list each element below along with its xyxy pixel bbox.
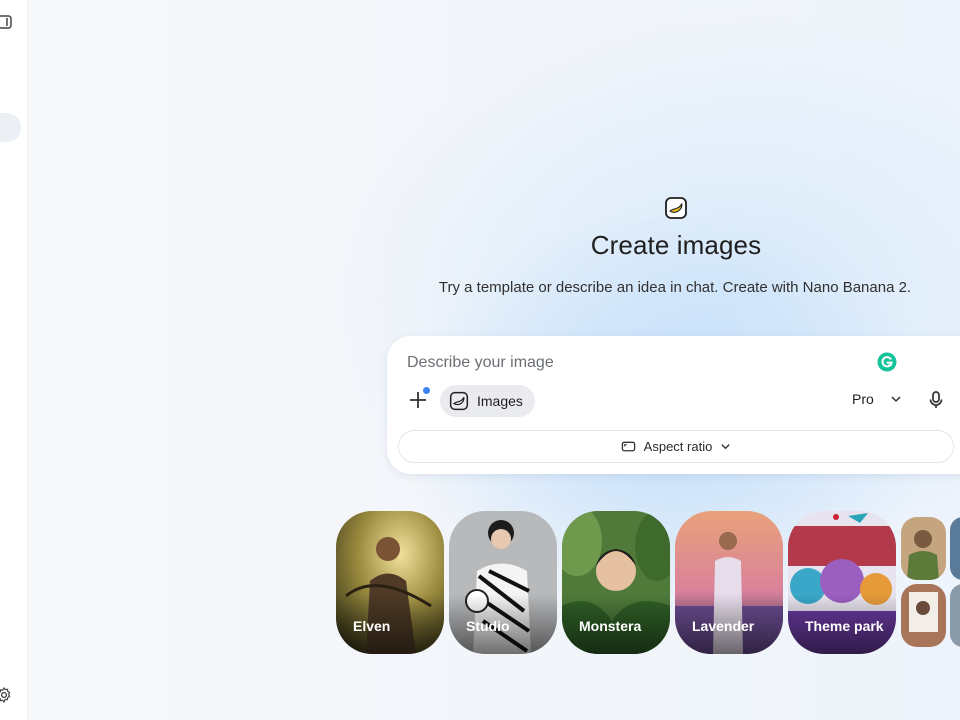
notification-dot (423, 387, 430, 394)
aspect-ratio-button[interactable]: Aspect ratio (398, 430, 954, 463)
page-subtitle: Try a template or describe an idea in ch… (438, 279, 912, 296)
banana-icon (449, 391, 469, 411)
template-label: Monstera (579, 618, 642, 634)
template-card-theme-park[interactable]: Theme park (788, 511, 896, 654)
banana-icon (665, 197, 687, 219)
template-image-mini-2 (901, 584, 946, 647)
page-title: Create images (590, 230, 762, 260)
mic-icon[interactable] (926, 390, 946, 410)
template-mini-2[interactable] (901, 584, 946, 647)
chevron-down-icon (721, 444, 730, 450)
chevron-down-icon (891, 396, 901, 403)
prompt-composer: Images Pro Aspect ratio (387, 336, 960, 474)
template-label: Studio (466, 618, 510, 634)
template-mini-4[interactable] (950, 584, 960, 647)
sidebar (0, 0, 28, 720)
model-label: Pro (852, 391, 874, 407)
prompt-input[interactable] (407, 352, 867, 374)
template-image-mini-3 (950, 517, 960, 580)
template-carousel: Elven Studio Monstera Lavender Theme par… (336, 511, 960, 654)
sidebar-active-item[interactable] (0, 113, 21, 142)
template-card-elven[interactable]: Elven (336, 511, 444, 654)
grammarly-icon[interactable] (877, 352, 897, 372)
template-card-monstera[interactable]: Monstera (562, 511, 670, 654)
add-attachment-button[interactable] (407, 387, 430, 411)
template-label: Lavender (692, 618, 755, 634)
images-tool-chip[interactable]: Images (440, 385, 535, 417)
template-label: Theme park (805, 618, 884, 634)
main-area: Create images Try a template or describe… (28, 0, 960, 720)
template-card-studio[interactable]: Studio (449, 511, 557, 654)
template-mini-1[interactable] (901, 517, 946, 580)
template-card-lavender[interactable]: Lavender (675, 511, 783, 654)
gear-icon[interactable] (0, 686, 13, 704)
template-label: Elven (353, 618, 391, 634)
template-mini-3[interactable] (950, 517, 960, 580)
images-tool-label: Images (477, 393, 523, 409)
template-image-mini-4 (950, 584, 960, 647)
aspect-ratio-icon (621, 441, 635, 452)
sidebar-toggle-icon[interactable] (0, 14, 12, 30)
model-selector[interactable]: Pro (852, 391, 902, 407)
aspect-ratio-label: Aspect ratio (643, 439, 713, 454)
template-image-mini-1 (901, 517, 946, 580)
